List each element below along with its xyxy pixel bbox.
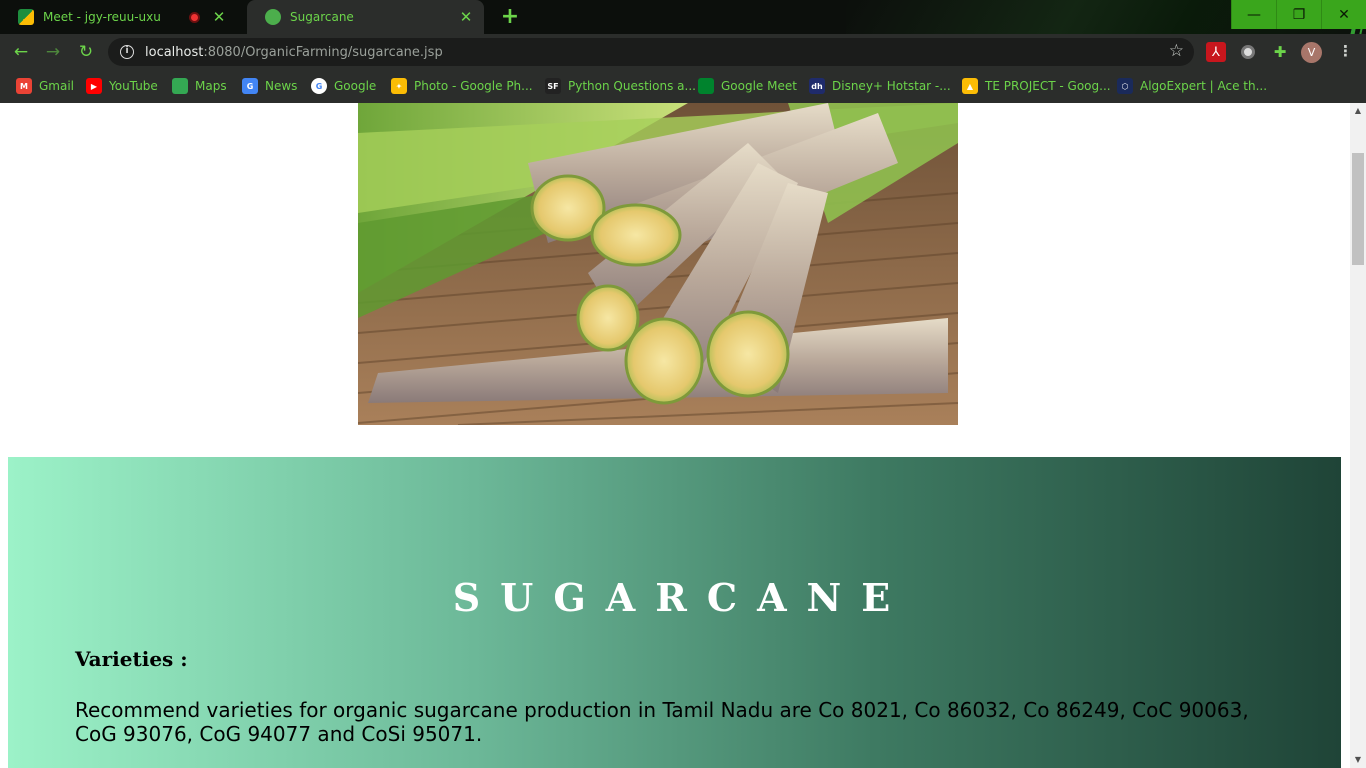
google-drive-icon: ▲ — [962, 78, 978, 94]
maps-icon — [172, 78, 188, 94]
tab-sugarcane[interactable]: Sugarcane ✕ — [247, 0, 484, 34]
bookmark-item[interactable]: ⬡ AlgoExpert | Ace th... — [1117, 76, 1267, 96]
scroll-down-arrow-icon[interactable]: ▼ — [1350, 752, 1366, 768]
bookmark-item[interactable]: G News — [242, 76, 297, 96]
bookmark-item[interactable]: M Gmail — [16, 76, 74, 96]
tab-close-icon[interactable]: ✕ — [211, 8, 227, 26]
tab-title: Sugarcane — [290, 10, 354, 24]
new-tab-button[interactable]: + — [498, 4, 522, 29]
bookmark-item[interactable]: Maps — [172, 76, 227, 96]
extension-circle-icon[interactable] — [1238, 42, 1258, 62]
scroll-up-arrow-icon[interactable]: ▲ — [1350, 103, 1366, 119]
profile-avatar[interactable]: V — [1301, 42, 1322, 63]
bookmark-item[interactable]: dh Disney+ Hotstar -... — [809, 76, 951, 96]
bookmark-label: Photo - Google Ph... — [414, 79, 533, 93]
minimize-button[interactable]: — — [1231, 0, 1276, 29]
globe-icon — [265, 9, 281, 25]
window-controls: — ❐ ✕ — [1231, 0, 1366, 29]
youtube-icon: ▶ — [86, 78, 102, 94]
bookmark-label: YouTube — [109, 79, 158, 93]
bookmark-item[interactable]: G Google — [311, 76, 376, 96]
google-meet-icon — [18, 9, 34, 25]
bookmark-label: AlgoExpert | Ace th... — [1140, 79, 1268, 93]
bookmark-star-icon[interactable]: ☆ — [1169, 41, 1184, 61]
google-icon: G — [311, 78, 327, 94]
bookmark-label: Maps — [195, 79, 227, 93]
sanfoundry-icon: SF — [545, 78, 561, 94]
tab-title: Meet - jgy-reuu-uxu — [43, 10, 161, 24]
news-icon: G — [242, 78, 258, 94]
algoexpert-icon: ⬡ — [1117, 78, 1133, 94]
menu-kebab-icon[interactable]: ⋮ — [1338, 42, 1353, 60]
bookmark-label: Disney+ Hotstar -... — [832, 79, 951, 93]
site-info-icon[interactable]: i — [120, 45, 134, 59]
url-text[interactable]: localhost:8080/OrganicFarming/sugarcane.… — [145, 45, 443, 60]
close-window-button[interactable]: ✕ — [1321, 0, 1366, 29]
google-photos-icon: ✦ — [391, 78, 407, 94]
browser-chrome: Meet - jgy-reuu-uxu ✕ Sugarcane ✕ + — ❐ … — [0, 0, 1366, 103]
bookmark-label: Google — [334, 79, 377, 93]
vertical-scrollbar[interactable]: ▲ ▼ — [1350, 103, 1366, 768]
reload-icon[interactable]: ↻ — [75, 41, 97, 63]
sugarcane-hero-image — [358, 103, 958, 425]
google-meet-icon — [698, 78, 714, 94]
scrollbar-thumb[interactable] — [1352, 153, 1364, 265]
bookmark-label: Python Questions a... — [568, 79, 696, 93]
recording-indicator-icon — [189, 11, 200, 23]
back-arrow-icon[interactable]: ← — [10, 41, 32, 63]
hotstar-icon: dh — [809, 78, 825, 94]
page-viewport: SUGARCANE Varieties : Recommend varietie… — [0, 103, 1350, 768]
extensions-puzzle-icon[interactable]: ✚ — [1270, 42, 1290, 62]
bookmark-label: Gmail — [39, 79, 75, 93]
bookmark-label: News — [265, 79, 298, 93]
bookmark-label: TE PROJECT - Goog... — [985, 79, 1111, 93]
varieties-text: Recommend varieties for organic sugarcan… — [75, 698, 1249, 746]
sugarcane-illustration — [358, 103, 958, 425]
bookmark-item[interactable]: ✦ Photo - Google Ph... — [391, 76, 533, 96]
bookmark-item[interactable]: SF Python Questions a... — [545, 76, 696, 96]
bookmarks-bar: M Gmail ▶ YouTube Maps G News G Google ✦ Photo - G… — [0, 70, 1366, 103]
bookmark-label: Google Meet — [721, 79, 797, 93]
tab-strip: Meet - jgy-reuu-uxu ✕ Sugarcane ✕ + — [0, 0, 1230, 34]
forward-arrow-icon[interactable]: → — [42, 41, 64, 63]
address-bar[interactable]: i localhost:8080/OrganicFarming/sugarcan… — [108, 38, 1194, 66]
bookmark-item[interactable]: ▲ TE PROJECT - Goog... — [962, 76, 1111, 96]
page-title: SUGARCANE — [452, 575, 911, 620]
bookmark-item[interactable]: Google Meet — [698, 76, 797, 96]
bookmark-item[interactable]: ▶ YouTube — [86, 76, 158, 96]
pdf-extension-icon[interactable]: ⅄ — [1206, 42, 1226, 62]
info-panel: SUGARCANE Varieties : Recommend varietie… — [8, 457, 1341, 768]
browser-toolbar: ← → ↻ i localhost:8080/OrganicFarming/su… — [0, 34, 1366, 70]
varieties-heading: Varieties : — [75, 647, 188, 671]
tab-close-icon[interactable]: ✕ — [458, 8, 474, 26]
gmail-icon: M — [16, 78, 32, 94]
tab-meet[interactable]: Meet - jgy-reuu-uxu ✕ — [0, 0, 237, 34]
restore-button[interactable]: ❐ — [1276, 0, 1321, 29]
